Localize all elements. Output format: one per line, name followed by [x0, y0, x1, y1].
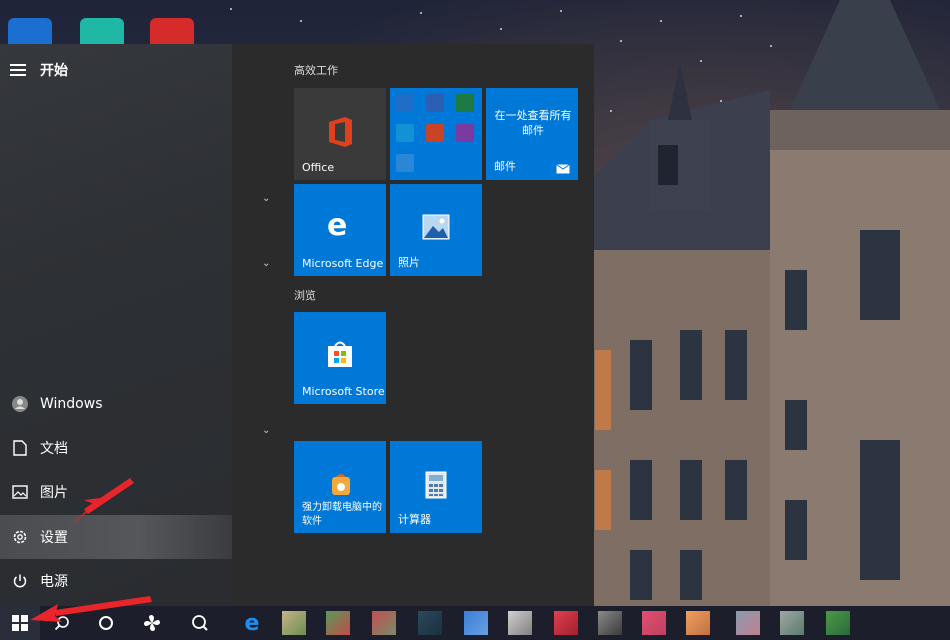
gear-icon — [0, 529, 40, 545]
taskbar-app[interactable] — [736, 611, 760, 635]
pinwheel-icon — [144, 615, 160, 631]
taskbar-app[interactable] — [282, 611, 306, 635]
pictures-icon — [0, 485, 40, 499]
tile-calculator[interactable]: 计算器 — [390, 441, 482, 533]
start-item-label: 电源 — [40, 574, 68, 590]
start-item-label: Windows — [40, 396, 103, 412]
tile-office-apps[interactable] — [390, 88, 482, 180]
start-item-settings[interactable]: 设置 — [0, 515, 232, 559]
power-icon — [0, 573, 40, 589]
taskbar-app[interactable] — [326, 611, 350, 635]
tile-label: 邮件 — [494, 160, 516, 173]
onenote-icon[interactable] — [456, 124, 474, 142]
tile-group-label: 高效工作 — [294, 64, 338, 77]
edge-icon: e — [244, 610, 260, 636]
user-icon — [0, 395, 40, 413]
word-icon[interactable] — [426, 94, 444, 112]
start-item-user[interactable]: Windows — [0, 382, 232, 426]
taskbar-app[interactable] — [598, 611, 622, 635]
start-menu-left-pane: 开始 Windows 文档 图片 设置 电源 — [0, 44, 232, 606]
start-item-documents[interactable]: 文档 — [0, 426, 232, 470]
taskbar-app[interactable] — [780, 611, 804, 635]
start-item-power[interactable]: 电源 — [0, 559, 232, 603]
taskbar-app[interactable] — [464, 611, 488, 635]
tile-label: Microsoft Edge — [302, 257, 384, 270]
taskbar-app[interactable] — [642, 611, 666, 635]
tile-group-label: 浏览 — [294, 289, 316, 302]
onedrive-icon[interactable] — [396, 154, 414, 172]
hamburger-menu-icon[interactable] — [10, 64, 26, 76]
mail-icon — [556, 164, 570, 174]
desktop-icon-1[interactable] — [8, 18, 52, 44]
search-icon — [54, 616, 69, 631]
tile-office[interactable]: Office — [294, 88, 386, 180]
taskbar-app[interactable] — [686, 611, 710, 635]
cortana-button[interactable] — [86, 606, 126, 640]
taskbar-app[interactable] — [418, 611, 442, 635]
uninstaller-icon — [332, 474, 350, 495]
chevron-down-icon[interactable]: ⌄ — [262, 258, 270, 269]
taskbar-app-fan[interactable] — [132, 606, 172, 640]
mail-tile-text: 在一处查看所有邮件 — [494, 109, 572, 137]
outlook-icon[interactable] — [396, 94, 414, 112]
edge-icon: e — [327, 208, 348, 243]
start-item-pictures[interactable]: 图片 — [0, 470, 232, 514]
office-icon — [329, 117, 352, 147]
start-item-label: 文档 — [40, 441, 68, 457]
start-menu-title: 开始 — [40, 63, 68, 79]
taskbar-app[interactable] — [826, 611, 850, 635]
tile-edge[interactable]: e Microsoft Edge — [294, 184, 386, 276]
tile-store[interactable]: Microsoft Store — [294, 312, 386, 404]
taskbar-app[interactable] — [372, 611, 396, 635]
tile-mail[interactable]: 在一处查看所有邮件 邮件 — [486, 88, 578, 180]
cortana-icon — [99, 616, 113, 630]
tile-label: 计算器 — [398, 513, 431, 526]
chevron-down-icon[interactable]: ⌄ — [262, 193, 270, 204]
tile-label: Microsoft Store — [302, 385, 385, 398]
start-button[interactable] — [0, 606, 40, 640]
photos-icon — [422, 214, 450, 240]
taskbar-app[interactable] — [554, 611, 578, 635]
start-item-label: 图片 — [40, 485, 68, 501]
powerpoint-icon[interactable] — [426, 124, 444, 142]
windows-logo-icon — [12, 615, 28, 631]
magnifier-icon — [192, 615, 208, 631]
search-button[interactable] — [42, 606, 82, 640]
taskbar-app-zoom[interactable] — [180, 606, 220, 640]
tile-label: 强力卸载电脑中的软件 — [302, 502, 382, 527]
taskbar: e — [0, 606, 950, 640]
chevron-down-icon[interactable]: ⌄ — [262, 425, 270, 436]
tile-photos[interactable]: 照片 — [390, 184, 482, 276]
document-icon — [0, 440, 40, 456]
store-icon — [328, 341, 352, 367]
start-item-label: 设置 — [40, 530, 68, 546]
skype-icon[interactable] — [396, 124, 414, 142]
taskbar-app[interactable] — [508, 611, 532, 635]
castle-image — [590, 0, 950, 606]
taskbar-app-edge[interactable]: e — [232, 606, 272, 640]
excel-icon[interactable] — [456, 94, 474, 112]
tile-uninstaller[interactable]: 强力卸载电脑中的软件 — [294, 441, 386, 533]
tile-label: 照片 — [398, 256, 420, 269]
desktop-icon-3[interactable] — [150, 18, 194, 44]
calculator-icon — [425, 471, 447, 499]
desktop-icon-2[interactable] — [80, 18, 124, 44]
tile-label: Office — [302, 161, 335, 174]
